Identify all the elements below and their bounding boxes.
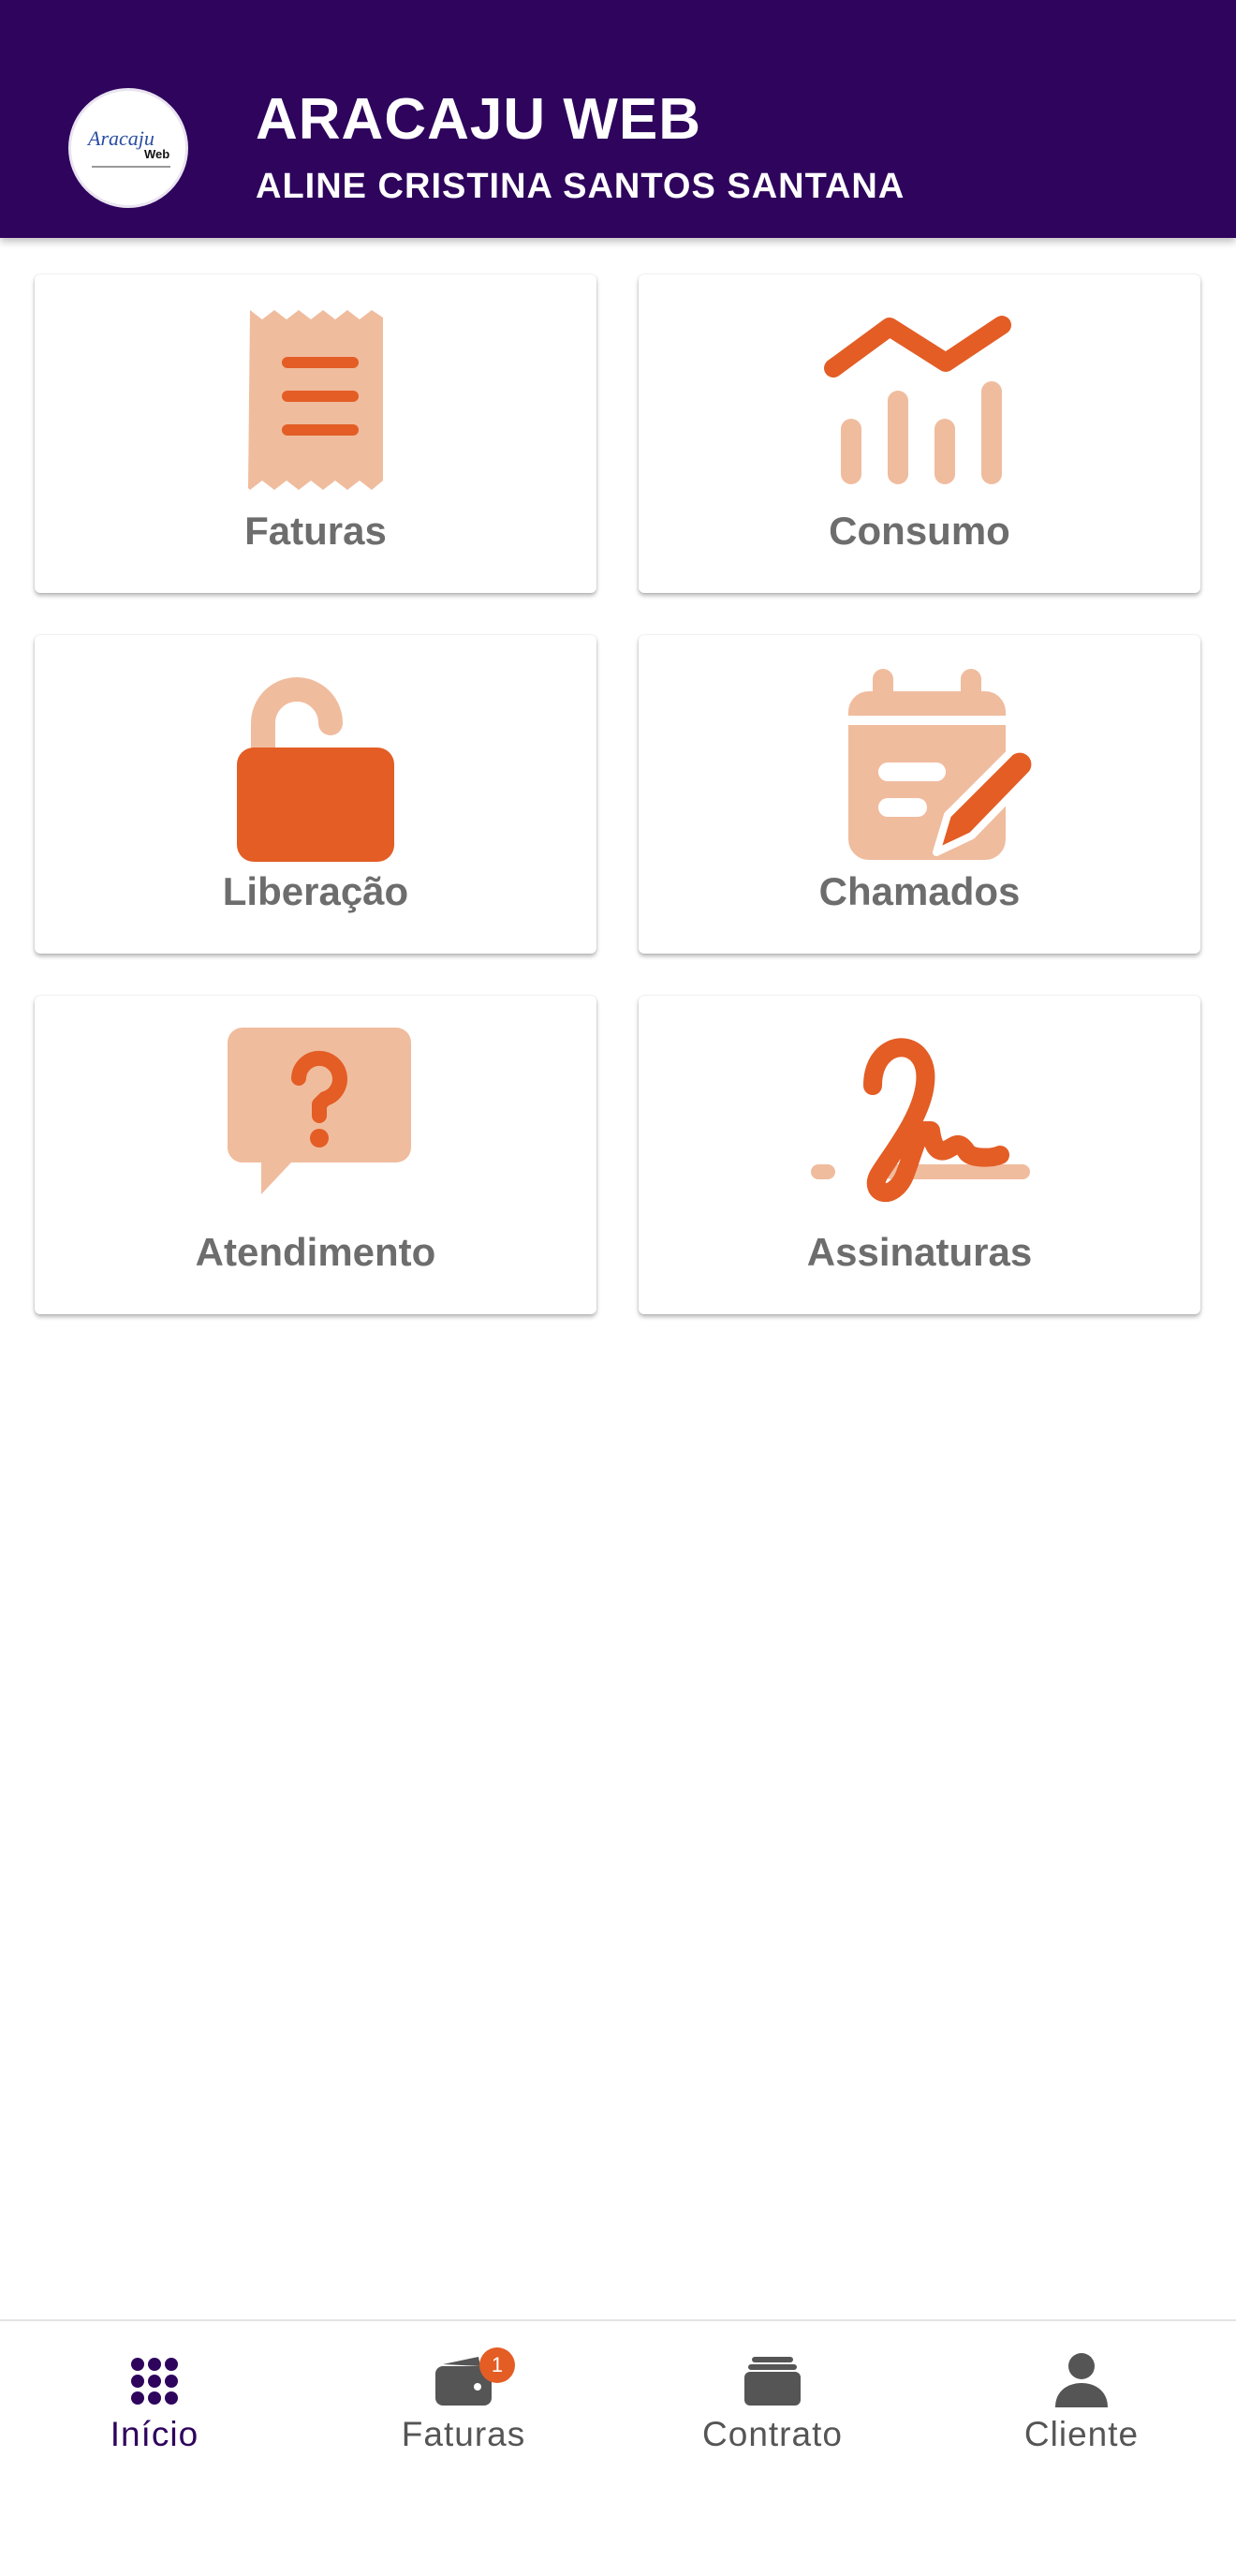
nav-label: Início <box>110 2415 199 2453</box>
grid-dots-icon <box>117 2344 192 2419</box>
nav-label: Cliente <box>1023 2415 1140 2453</box>
logo-underline <box>92 166 170 168</box>
unlock-icon <box>203 658 428 864</box>
help-chat-icon <box>203 1018 428 1224</box>
card-label: Chamados <box>818 869 1021 913</box>
card-label: Assinaturas <box>806 1230 1033 1274</box>
receipt-icon <box>203 297 428 503</box>
card-label: Atendimento <box>195 1230 436 1274</box>
app-title: ARACAJU WEB <box>256 87 701 152</box>
app-header: Aracaju Web ARACAJU WEB ALINE CRISTINA S… <box>0 0 1236 238</box>
nav-label: Faturas <box>401 2415 526 2453</box>
nav-faturas[interactable]: 1 Faturas <box>309 2321 618 2509</box>
user-name: ALINE CRISTINA SANTOS SANTANA <box>256 167 905 206</box>
card-atendimento[interactable]: Atendimento <box>35 996 596 1314</box>
bottom-navigation: Início 1 Faturas Contrato Cliente <box>0 2319 1236 2576</box>
person-icon <box>1044 2344 1119 2419</box>
card-liberacao[interactable]: Liberação <box>35 635 596 954</box>
card-chamados[interactable]: Chamados <box>639 635 1200 954</box>
card-assinaturas[interactable]: Assinaturas <box>639 996 1200 1314</box>
notification-badge: 1 <box>479 2347 515 2383</box>
nav-label: Contrato <box>702 2415 843 2453</box>
nav-inicio[interactable]: Início <box>0 2321 309 2509</box>
card-label: Faturas <box>244 509 387 553</box>
card-label: Liberação <box>222 869 409 913</box>
nav-cliente[interactable]: Cliente <box>927 2321 1236 2509</box>
chart-trend-icon <box>807 297 1032 503</box>
nav-contrato[interactable]: Contrato <box>618 2321 927 2509</box>
logo-subtext: Web <box>144 147 170 161</box>
folder-stack-icon <box>735 2344 810 2419</box>
card-consumo[interactable]: Consumo <box>639 274 1200 593</box>
company-logo: Aracaju Web <box>68 88 188 208</box>
calendar-edit-icon <box>807 658 1032 864</box>
card-label: Consumo <box>829 509 1010 553</box>
signature-icon <box>807 1018 1032 1224</box>
card-faturas[interactable]: Faturas <box>35 274 596 593</box>
